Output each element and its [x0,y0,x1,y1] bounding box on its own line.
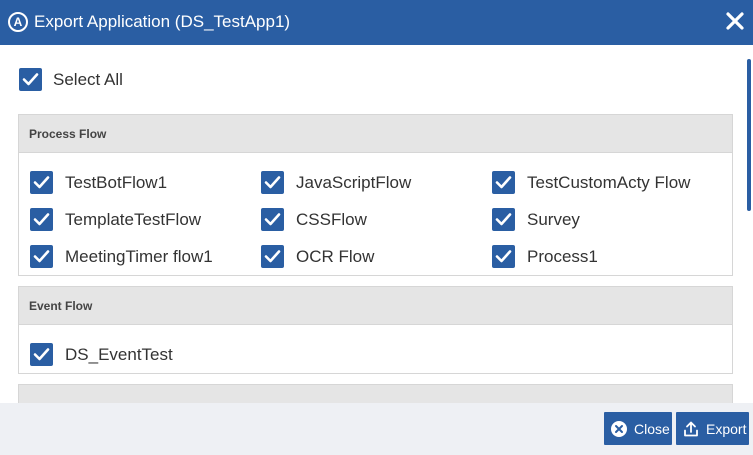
flow-item[interactable]: Process1 [492,238,723,275]
section-header: Process Flow [19,115,732,153]
flow-item-label: OCR Flow [296,246,375,266]
process-flow-section: Process Flow TestBotFlow1 JavaScriptFlow T… [18,114,733,276]
process-flow-list: TestBotFlow1 JavaScriptFlow TestCustomActy… [19,153,732,275]
checkmark-icon [33,176,50,189]
checkmark-icon [22,73,39,86]
flow-item-checkbox[interactable] [30,343,53,366]
flow-item-label: TestCustomActy Flow [527,172,691,192]
checkmark-icon [495,213,512,226]
dialog-title: Export Application (DS_TestApp1) [34,12,291,31]
checkmark-icon [33,250,50,263]
flow-item[interactable]: JavaScriptFlow [261,164,492,201]
flow-item-checkbox[interactable] [30,208,53,231]
dialog-titlebar: A Export Application (DS_TestApp1) [0,0,753,45]
flow-item[interactable]: DS_EventTest [30,336,261,373]
flow-item[interactable]: CSSFlow [261,201,492,238]
flow-item-checkbox[interactable] [30,245,53,268]
flow-item[interactable]: TestCustomActy Flow [492,164,723,201]
close-circle-icon [611,420,627,437]
checkmark-icon [264,176,281,189]
checkmark-icon [33,213,50,226]
flow-item-checkbox[interactable] [492,171,515,194]
flow-item-label: DS_EventTest [65,344,173,364]
export-upload-icon [683,421,699,437]
flow-item[interactable]: MeetingTimer flow1 [30,238,261,275]
flow-item-checkbox[interactable] [30,171,53,194]
checkmark-icon [495,176,512,189]
event-flow-list: DS_EventTest [19,325,732,373]
dialog-footer: Close Export [0,403,753,455]
flow-item-label: Survey [527,209,580,229]
next-section-partial [18,384,733,403]
export-button-label: Export [706,420,747,437]
flow-item-label: MeetingTimer flow1 [65,246,213,266]
select-all-checkbox[interactable] [19,68,42,91]
flow-item[interactable]: Survey [492,201,723,238]
flow-item-checkbox[interactable] [492,208,515,231]
flow-item-checkbox[interactable] [261,208,284,231]
checkmark-icon [495,250,512,263]
flow-item-label: CSSFlow [296,209,367,229]
checkmark-icon [264,250,281,263]
app-logo-icon: A [8,12,28,32]
flow-item-label: TestBotFlow1 [65,172,168,192]
flow-item-checkbox[interactable] [261,171,284,194]
event-flow-section: Event Flow DS_EventTest [18,286,733,374]
close-button[interactable]: Close [604,412,672,445]
select-all-label: Select All [53,69,123,89]
flow-item-label: JavaScriptFlow [296,172,412,192]
flow-item-checkbox[interactable] [492,245,515,268]
flow-item[interactable]: TemplateTestFlow [30,201,261,238]
export-button[interactable]: Export [676,412,749,445]
flow-item-label: TemplateTestFlow [65,209,202,229]
select-all-option[interactable]: Select All [19,68,123,91]
scrollbar-thumb[interactable] [747,59,751,211]
flow-item-label: Process1 [527,246,598,266]
flow-item-checkbox[interactable] [261,245,284,268]
dialog-body: Select All Process Flow TestBotFlow1 Java… [0,45,753,403]
close-icon[interactable] [725,11,745,31]
section-header [19,385,732,403]
close-button-label: Close [634,420,670,437]
checkmark-icon [264,213,281,226]
section-header: Event Flow [19,287,732,325]
flow-item[interactable]: TestBotFlow1 [30,164,261,201]
checkmark-icon [33,348,50,361]
flow-item[interactable]: OCR Flow [261,238,492,275]
